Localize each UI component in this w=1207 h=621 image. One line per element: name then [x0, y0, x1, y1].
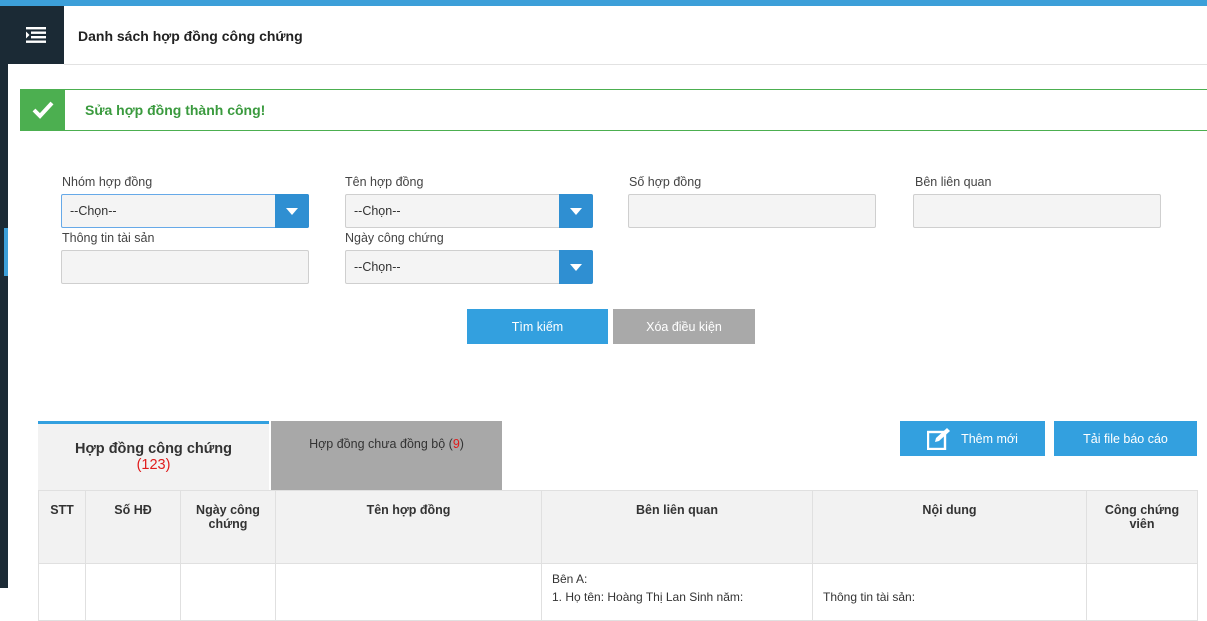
content-text: Thông tin tài sản: — [823, 590, 916, 604]
check-icon — [21, 90, 65, 130]
chevron-down-icon[interactable] — [275, 194, 309, 228]
notary-date-label: Ngày công chứng — [345, 231, 444, 245]
contract-name-label: Tên hợp đồng — [345, 175, 424, 189]
party-side-label: Bên A: — [552, 572, 588, 586]
tab-count: (123) — [136, 457, 171, 473]
related-party-input[interactable] — [913, 194, 1161, 228]
table-header-row: STT Số HĐ Ngày công chứng Tên hợp đồng B… — [38, 490, 1198, 564]
column-header: Công chứng viên — [1086, 490, 1198, 564]
column-header: Tên hợp đồng — [275, 490, 542, 564]
contract-group-value: --Chọn-- — [70, 204, 117, 218]
contracts-table: STT Số HĐ Ngày công chứng Tên hợp đồng B… — [38, 490, 1198, 621]
tab-unsynced-contracts[interactable]: Hợp đồng chưa đồng bộ (9) — [271, 421, 502, 490]
notary-date-select[interactable]: --Chọn-- — [345, 250, 593, 284]
column-header: Số HĐ — [85, 490, 181, 564]
tab-label: Hợp đồng chưa đồng bộ — [309, 437, 446, 451]
tab-count: 9 — [452, 437, 460, 451]
related-party-label: Bên liên quan — [915, 175, 992, 189]
search-button[interactable]: Tìm kiếm — [467, 309, 608, 344]
column-header: Nội dung — [812, 490, 1087, 564]
cell-content: Thông tin tài sản: — [812, 563, 1087, 621]
party-detail: 1. Họ tên: Hoàng Thị Lan Sinh năm: — [552, 590, 744, 604]
cell-notary — [1086, 563, 1198, 621]
asset-info-label: Thông tin tài sản — [62, 231, 155, 245]
alert-message: Sửa hợp đồng thành công! — [85, 102, 266, 118]
contract-group-label: Nhóm hợp đồng — [62, 175, 153, 189]
cell-party: Bên A: 1. Họ tên: Hoàng Thị Lan Sinh năm… — [541, 563, 813, 621]
menu-icon — [26, 27, 46, 43]
column-header: Ngày công chứng — [180, 490, 276, 564]
tab-notarized-contracts[interactable]: Hợp đồng công chứng (123) — [38, 421, 269, 490]
column-header: Bên liên quan — [541, 490, 813, 564]
sidebar-collapsed — [0, 6, 8, 588]
page-header: Danh sách hợp đồng công chứng — [64, 6, 1207, 65]
table-row[interactable]: Bên A: 1. Họ tên: Hoàng Thị Lan Sinh năm… — [38, 563, 1198, 621]
cell-stt — [38, 563, 86, 621]
add-new-label: Thêm mới — [961, 431, 1018, 446]
chevron-down-icon[interactable] — [559, 250, 593, 284]
cell-number — [85, 563, 181, 621]
success-alert: Sửa hợp đồng thành công! — [20, 89, 1207, 131]
contract-group-select[interactable]: --Chọn-- — [61, 194, 309, 228]
asset-info-input[interactable] — [61, 250, 309, 284]
column-header: STT — [38, 490, 86, 564]
notary-date-value: --Chọn-- — [354, 260, 401, 274]
contract-name-select[interactable]: --Chọn-- — [345, 194, 593, 228]
clear-filters-button[interactable]: Xóa điều kiện — [613, 309, 755, 344]
contract-number-label: Số hợp đồng — [629, 175, 702, 189]
contract-name-value: --Chọn-- — [354, 204, 401, 218]
add-new-button[interactable]: Thêm mới — [900, 421, 1045, 456]
tab-label: Hợp đồng công chứng — [75, 441, 232, 457]
download-report-button[interactable]: Tải file báo cáo — [1054, 421, 1197, 456]
cell-date — [180, 563, 276, 621]
contract-number-input[interactable] — [628, 194, 876, 228]
chevron-down-icon[interactable] — [559, 194, 593, 228]
menu-toggle-button[interactable] — [8, 6, 64, 64]
page-title: Danh sách hợp đồng công chứng — [78, 28, 303, 44]
edit-icon — [927, 427, 951, 450]
cell-name — [275, 563, 542, 621]
sidebar-active-marker — [4, 228, 8, 276]
